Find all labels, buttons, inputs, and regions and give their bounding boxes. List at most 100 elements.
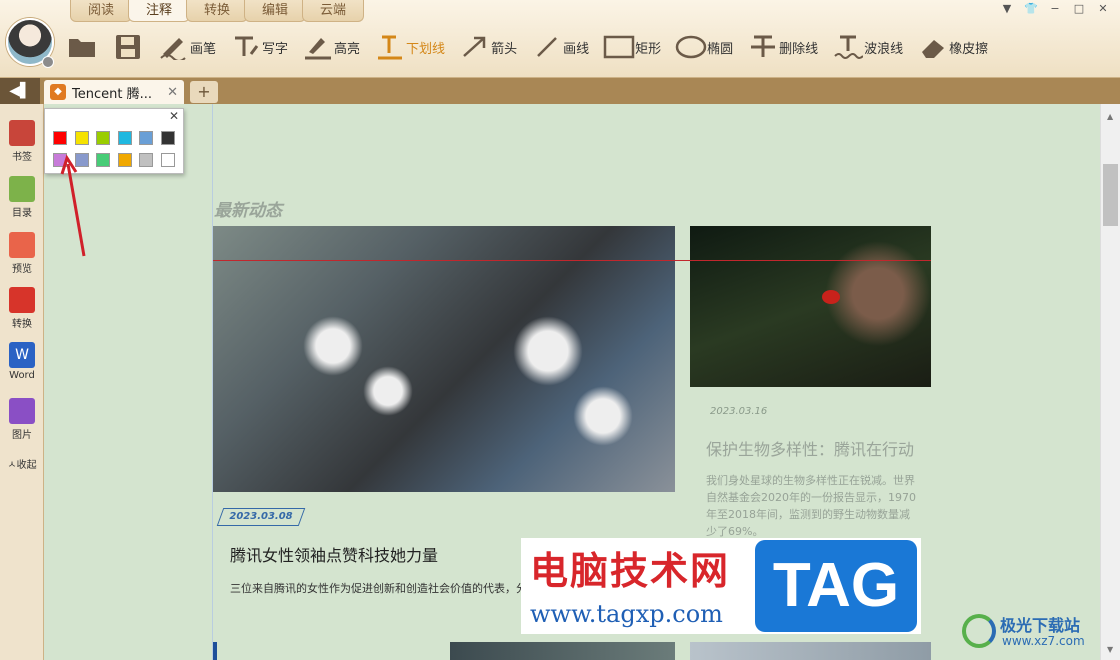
add-tab-button[interactable]: +	[190, 81, 218, 103]
ladybug-icon	[822, 290, 840, 304]
scroll-up-icon[interactable]: ▲	[1107, 112, 1113, 121]
folder-icon	[66, 32, 98, 62]
watermark2-site-url: www.xz7.com	[1002, 634, 1085, 648]
color-swatch[interactable]	[117, 153, 132, 167]
color-swatch[interactable]	[117, 131, 132, 145]
pen-tool-label: 画笔	[190, 41, 217, 57]
word-icon: W	[9, 342, 35, 368]
save-icon	[112, 32, 144, 62]
rectangle-tool[interactable]: 矩形	[603, 30, 661, 64]
window-controls: ▼ 👕 − □ ✕	[998, 2, 1112, 15]
maximize-icon[interactable]: □	[1070, 2, 1088, 15]
color-swatch[interactable]	[74, 131, 89, 145]
bookmark-icon	[9, 120, 35, 146]
tab-annotate[interactable]: 注释	[128, 0, 190, 22]
highlight-tool-label: 高亮	[334, 41, 361, 57]
ellipse-tool[interactable]: 椭圆	[675, 30, 733, 64]
close-palette-icon[interactable]: ✕	[169, 109, 179, 123]
strikethrough-icon	[747, 32, 779, 62]
article-date-badge: 2023.03.08	[216, 508, 306, 526]
tab-read[interactable]: 阅读	[70, 0, 132, 22]
avatar-status-icon	[42, 56, 54, 68]
underline-tool[interactable]: 下划线	[374, 30, 445, 64]
color-swatch[interactable]	[139, 153, 153, 167]
image-icon	[9, 398, 35, 424]
watermark-site-url: www.tagxp.com	[530, 600, 723, 628]
minimize-icon[interactable]: −	[1046, 2, 1064, 15]
section-title: 最新动态	[214, 201, 282, 221]
rectangle-icon	[603, 32, 635, 62]
menu-tabs: 阅读 注释 转换 编辑 云端	[70, 0, 364, 22]
line-tool-label: 画线	[563, 41, 590, 57]
sidebar-item-image[interactable]: 图片	[0, 398, 44, 441]
arrow-tool[interactable]: 箭头	[459, 30, 517, 64]
wavy-line-icon	[832, 32, 864, 62]
article-photo	[450, 642, 675, 660]
article-title: 保护生物多样性：腾讯在行动	[706, 440, 915, 459]
sidebar-item-label: 目录	[12, 208, 32, 219]
tab-convert[interactable]: 转换	[186, 0, 248, 22]
eraser-tool-label: 橡皮擦	[949, 41, 989, 57]
pen-tool[interactable]: 画笔	[158, 30, 216, 64]
close-icon[interactable]: ✕	[1094, 2, 1112, 15]
tab-edit[interactable]: 编辑	[244, 0, 306, 22]
sidebar-item-preview[interactable]: 预览	[0, 232, 44, 275]
scroll-thumb[interactable]	[1103, 164, 1118, 226]
color-swatch[interactable]	[160, 153, 175, 167]
color-swatch[interactable]	[160, 131, 175, 145]
document-tab[interactable]: ◆ Tencent 腾... ✕	[44, 80, 184, 104]
accent-bar	[213, 642, 217, 660]
save-button[interactable]	[112, 30, 144, 64]
annotation-tools: 画笔 写字 高亮 下划线 箭头 画线 矩形 椭圆 删除线 波浪线 橡皮擦	[66, 30, 1002, 64]
sidebar-collapse-button[interactable]: ㅅ收起	[0, 456, 44, 471]
underline-tool-label: 下划线	[406, 41, 446, 57]
menu-dropdown-icon[interactable]: ▼	[998, 2, 1016, 15]
rectangle-tool-label: 矩形	[635, 41, 662, 57]
line-icon	[531, 32, 563, 62]
vertical-scrollbar[interactable]: ▲ ▼	[1100, 104, 1120, 660]
strikethrough-tool[interactable]: 删除线	[747, 30, 818, 64]
watermark-tag-logo: TAG	[755, 540, 917, 632]
highlight-tool[interactable]: 高亮	[302, 30, 360, 64]
document-tab-title: Tencent 腾...	[72, 86, 152, 102]
tab-cloud[interactable]: 云端	[302, 0, 364, 22]
sidebar-item-toc[interactable]: 目录	[0, 176, 44, 219]
skin-icon[interactable]: 👕	[1022, 2, 1040, 15]
ladybug-photo	[690, 226, 931, 387]
article-photo	[690, 642, 931, 660]
scroll-down-icon[interactable]: ▼	[1107, 645, 1113, 654]
convert-icon	[9, 287, 35, 313]
top-toolbar: 阅读 注释 转换 编辑 云端 ▼ 👕 − □ ✕ 画笔 写字 高亮 下划线 箭头…	[0, 0, 1120, 78]
red-pointer-arrow	[60, 154, 86, 257]
line-tool[interactable]: 画线	[531, 30, 589, 64]
ellipse-tool-label: 椭圆	[707, 41, 734, 57]
color-swatch[interactable]	[53, 131, 67, 145]
eraser-tool[interactable]: 橡皮擦	[917, 30, 988, 64]
drawn-red-line	[213, 260, 931, 261]
color-swatch[interactable]	[139, 131, 153, 145]
underline-icon	[374, 32, 406, 62]
highlighter-icon	[302, 32, 334, 62]
write-tool[interactable]: 写字	[230, 30, 288, 64]
aurora-logo-icon	[962, 614, 996, 648]
eraser-icon	[917, 32, 949, 62]
sidebar-item-convert[interactable]: 转换	[0, 287, 44, 330]
color-swatch[interactable]	[96, 131, 110, 145]
sidebar-item-bookmark[interactable]: 书签	[0, 120, 44, 163]
sidebar-item-label: Word	[9, 370, 35, 381]
sidebar-item-word[interactable]: W Word	[0, 342, 44, 381]
wavy-line-tool[interactable]: 波浪线	[832, 30, 903, 64]
sidebar-item-label: 预览	[12, 264, 32, 275]
arrow-icon	[459, 32, 491, 62]
collapse-panel-button[interactable]: ◀▌	[0, 78, 40, 104]
document-tab-bar: ◀▌ ◆ Tencent 腾... ✕ +	[0, 78, 1120, 104]
wavy-line-tool-label: 波浪线	[864, 41, 904, 57]
open-folder-button[interactable]	[66, 30, 98, 64]
article-body: 我们身处星球的生物多样性正在锐减。世界自然基金会2020年的一份报告显示，197…	[706, 474, 916, 538]
sidebar-item-label: 图片	[12, 430, 32, 441]
sidebar-item-label: 转换	[12, 319, 32, 330]
pen-icon	[158, 32, 190, 62]
watermark2-site-name: 极光下载站	[1000, 616, 1081, 635]
close-tab-icon[interactable]: ✕	[167, 85, 178, 100]
article-title: 腾讯女性领袖点赞科技她力量	[230, 546, 439, 565]
